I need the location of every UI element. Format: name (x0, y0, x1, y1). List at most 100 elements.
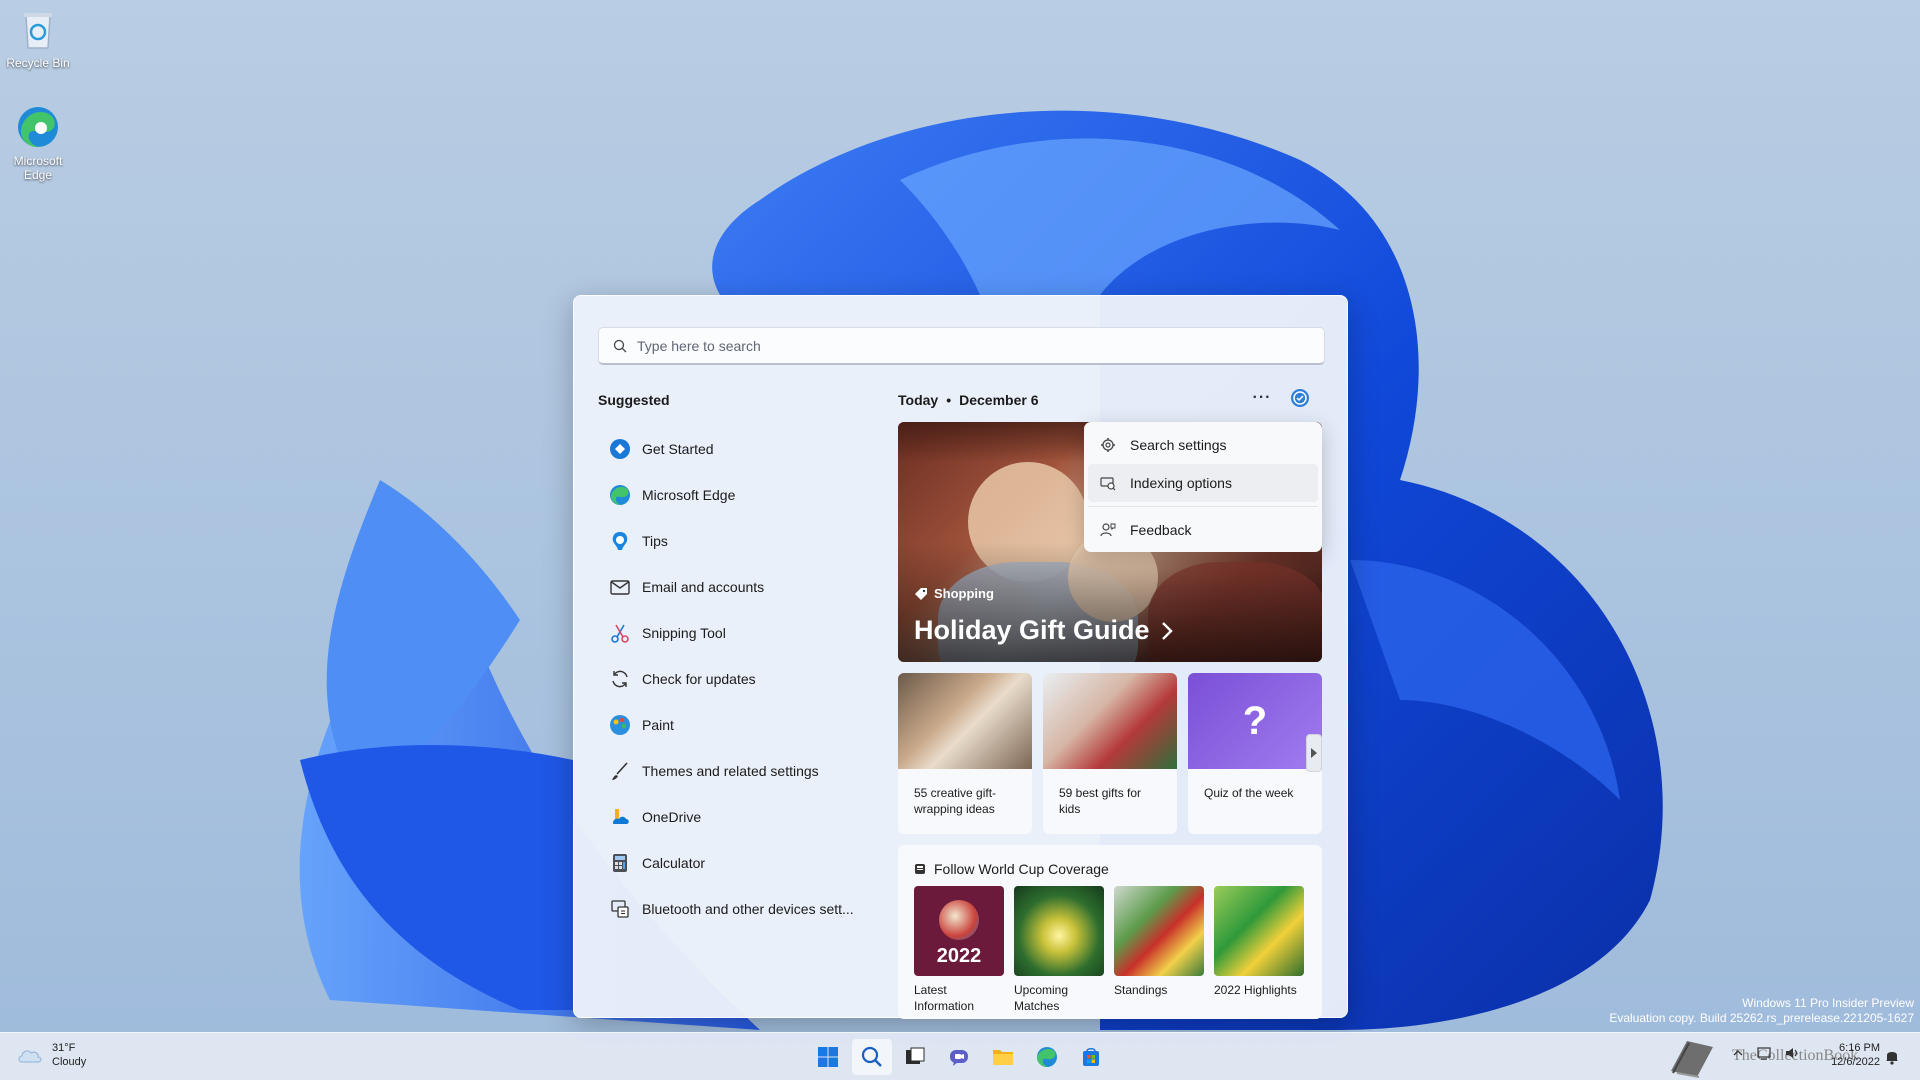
taskbar: 31°F Cloudy TheCollectionBook 6:16 PM 12… (0, 1032, 1920, 1080)
card-gift-wrapping[interactable]: 55 creative gift-wrapping ideas (898, 673, 1032, 834)
file-explorer-button[interactable] (983, 1039, 1023, 1075)
suggested-item-label: Snipping Tool (642, 625, 726, 641)
weather-widget[interactable]: 31°F Cloudy (16, 1041, 86, 1069)
tile-badge: 2022 (936, 945, 982, 967)
options-menu: Search settings Indexing options Feedbac… (1084, 422, 1322, 552)
task-view-button[interactable] (895, 1039, 935, 1075)
onedrive-icon (608, 805, 632, 829)
menu-item-label: Feedback (1130, 522, 1192, 538)
hero-title: Holiday Gift Guide (914, 615, 1174, 646)
today-date: December 6 (959, 392, 1039, 408)
suggested-item-label: OneDrive (642, 809, 702, 825)
edge-taskbar-button[interactable] (1027, 1039, 1067, 1075)
paint-icon (608, 713, 632, 737)
world-cup-section: Follow World Cup Coverage 2022 Latest In… (898, 845, 1322, 1019)
cloud-icon (18, 1050, 42, 1063)
suggested-item-email[interactable]: Email and accounts (598, 564, 868, 610)
bell-icon (1886, 1052, 1898, 1065)
clock[interactable]: 6:16 PM 12/6/2022 (1820, 1041, 1880, 1069)
world-cup-tile-latest[interactable]: 2022 (914, 886, 1004, 976)
search-box[interactable] (598, 327, 1325, 365)
clock-date: 12/6/2022 (1831, 1056, 1880, 1068)
taskbar-search-button[interactable] (852, 1039, 892, 1075)
network-icon[interactable] (1756, 1045, 1772, 1061)
hero-tag-label: Shopping (934, 586, 994, 601)
suggested-item-paint[interactable]: Paint (598, 702, 868, 748)
card-image (898, 673, 1032, 769)
weather-temp: 31°F (52, 1042, 76, 1054)
today-header: Today • December 6 (898, 392, 1039, 408)
tag-icon (915, 587, 927, 600)
suggested-item-tips[interactable]: Tips (598, 518, 868, 564)
book-logo-icon (1665, 1035, 1719, 1080)
start-button[interactable] (808, 1039, 848, 1075)
gear-icon (1100, 437, 1116, 453)
account-button[interactable] (1287, 385, 1313, 411)
suggested-item-label: Email and accounts (642, 579, 765, 595)
clock-time: 6:16 PM (1839, 1042, 1880, 1054)
evaluation-watermark: Windows 11 Pro Insider Preview Evaluatio… (1609, 996, 1914, 1026)
hero-tag: Shopping (914, 586, 994, 601)
suggested-item-onedrive[interactable]: OneDrive (598, 794, 868, 840)
card-image: ? (1188, 673, 1322, 769)
suggested-item-get-started[interactable]: Get Started (598, 426, 868, 472)
world-cup-tile-highlights[interactable] (1214, 886, 1304, 976)
watermark-line: Evaluation copy. Build 25262.rs_prerelea… (1609, 1011, 1914, 1025)
chat-button[interactable] (939, 1039, 979, 1075)
menu-item-label: Search settings (1130, 437, 1227, 453)
get-started-icon (608, 437, 632, 461)
tile-label: 2022 Highlights (1214, 983, 1297, 997)
desktop-icon-recycle-bin[interactable]: Recycle Bin (0, 6, 76, 70)
suggested-item-snipping-tool[interactable]: Snipping Tool (598, 610, 868, 656)
suggested-item-label: Get Started (642, 441, 714, 457)
system-tray (1732, 1045, 1800, 1061)
watermark-line: Windows 11 Pro Insider Preview (1742, 996, 1914, 1010)
tile-label: Latest Information (914, 983, 975, 1013)
folder-icon (993, 1050, 1013, 1065)
menu-item-search-settings[interactable]: Search settings (1088, 426, 1318, 464)
windows-logo-icon (818, 1047, 838, 1067)
carousel-next-button[interactable] (1306, 734, 1322, 772)
suggested-list: Get Started Microsoft Edge Tips Email an… (598, 426, 868, 932)
world-cup-tile-upcoming[interactable] (1014, 886, 1104, 976)
refresh-icon (608, 667, 632, 691)
card-quiz[interactable]: ? Quiz of the week (1188, 673, 1322, 834)
edge-icon (18, 107, 58, 148)
search-input[interactable] (637, 337, 1287, 354)
menu-item-indexing-options[interactable]: Indexing options (1088, 464, 1318, 502)
desktop-icon-edge[interactable]: Microsoft Edge (0, 104, 76, 182)
teams-chat-icon (950, 1050, 968, 1066)
suggested-item-label: Tips (642, 533, 668, 549)
edge-icon (608, 483, 632, 507)
suggested-item-bluetooth[interactable]: Bluetooth and other devices sett... (598, 886, 868, 932)
edge-icon (1037, 1047, 1057, 1067)
store-button[interactable] (1071, 1039, 1111, 1075)
calculator-icon (608, 851, 632, 875)
chevron-right-icon (1161, 621, 1173, 640)
suggested-item-label: Microsoft Edge (642, 487, 736, 503)
suggested-item-label: Paint (642, 717, 674, 733)
card-label: Quiz of the week (1204, 786, 1294, 800)
indexing-icon (1100, 475, 1116, 491)
world-cup-header[interactable]: Follow World Cup Coverage (914, 861, 1109, 877)
chevron-up-icon[interactable] (1732, 1047, 1744, 1059)
mail-icon (608, 575, 632, 599)
tips-icon (608, 529, 632, 553)
suggested-item-themes[interactable]: Themes and related settings (598, 748, 868, 794)
news-icon (915, 864, 925, 874)
rewards-icon (1291, 389, 1309, 407)
menu-item-feedback[interactable]: Feedback (1088, 511, 1318, 549)
suggested-item-check-updates[interactable]: Check for updates (598, 656, 868, 702)
suggested-item-edge[interactable]: Microsoft Edge (598, 472, 868, 518)
recycle-bin-icon (24, 13, 52, 49)
more-options-button[interactable]: ··· (1246, 384, 1278, 412)
suggested-item-label: Calculator (642, 855, 706, 871)
volume-icon[interactable] (1784, 1045, 1800, 1061)
notification-button[interactable] (1884, 1047, 1900, 1070)
world-cup-tile-standings[interactable] (1114, 886, 1204, 976)
card-gifts-kids[interactable]: 59 best gifts for kids (1043, 673, 1177, 834)
store-icon (1083, 1048, 1099, 1066)
world-cup-title: Follow World Cup Coverage (934, 861, 1109, 877)
card-image (1043, 673, 1177, 769)
suggested-item-calculator[interactable]: Calculator (598, 840, 868, 886)
